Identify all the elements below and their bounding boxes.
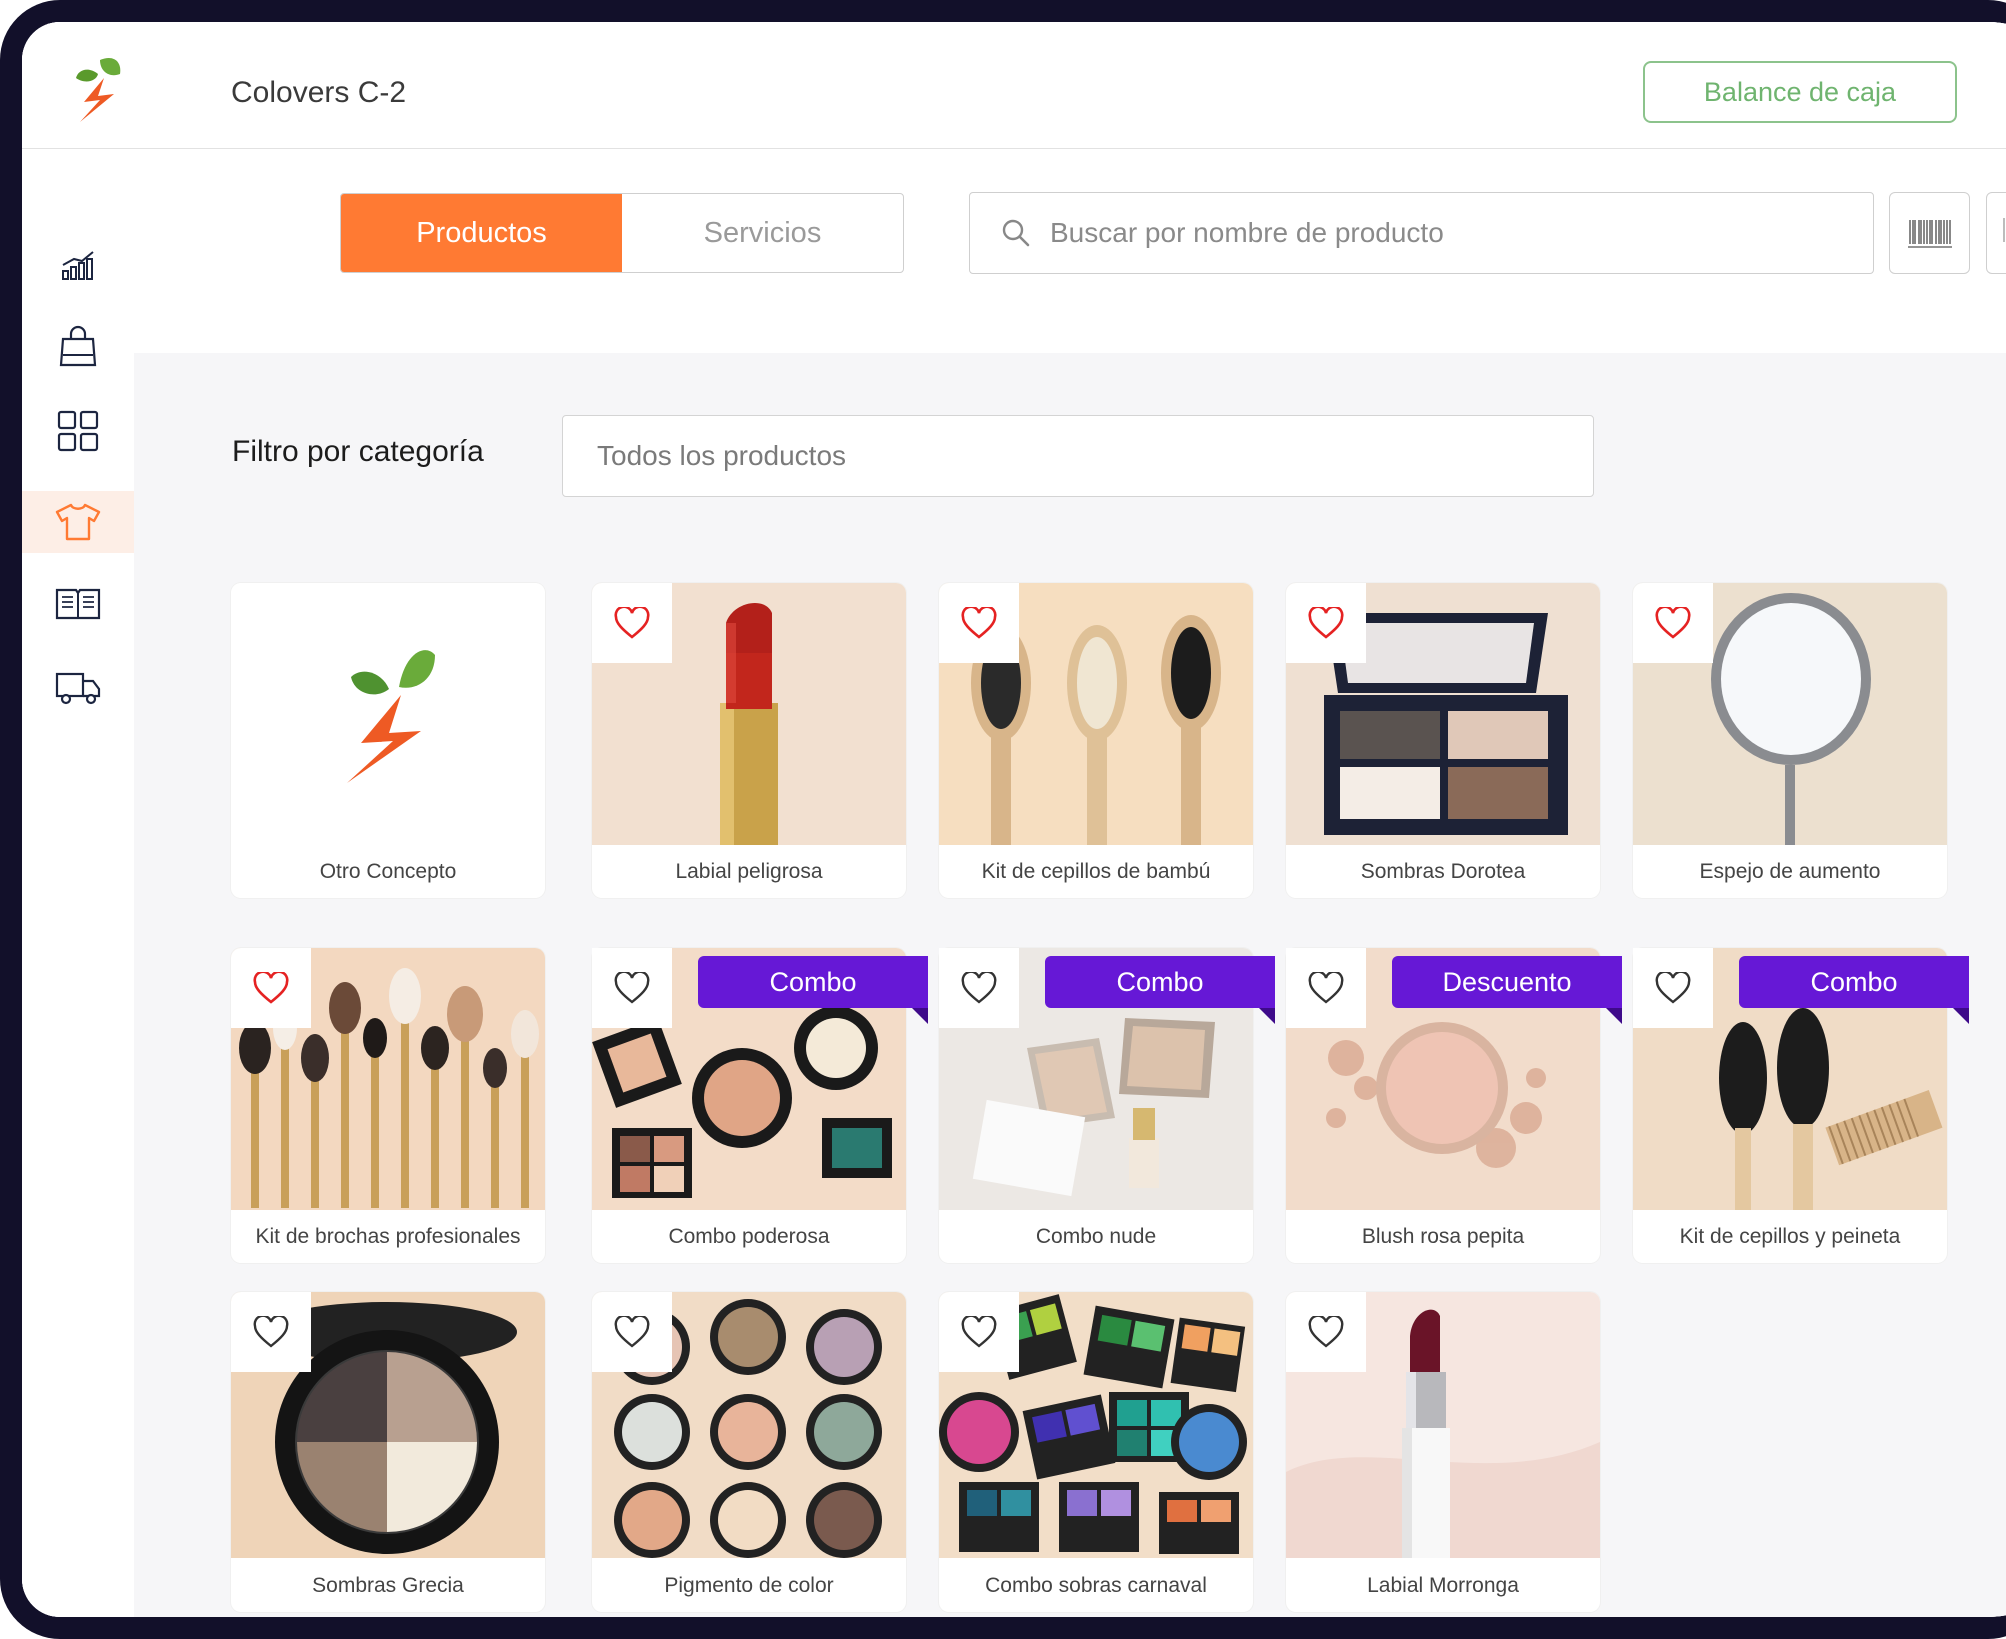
sidebar-item-reports[interactable] xyxy=(22,234,134,296)
combo-badge: Combo xyxy=(1045,956,1275,1024)
product-card[interactable]: Sombras Grecia xyxy=(231,1292,545,1612)
product-card[interactable]: Combo Combo nude xyxy=(939,948,1275,1263)
combo-badge: Combo xyxy=(1739,956,1969,1024)
product-card[interactable]: Pigmento de color xyxy=(592,1292,906,1612)
product-card[interactable]: Sombras Dorotea xyxy=(1286,583,1600,898)
product-name: Espejo de aumento xyxy=(1699,859,1881,883)
sidebar xyxy=(22,149,134,1617)
product-service-toggle: Productos Servicios xyxy=(340,193,904,273)
heart-icon xyxy=(1655,972,1691,1004)
product-card[interactable]: Kit de brochas profesionales xyxy=(231,948,545,1263)
favorite-button[interactable] xyxy=(231,948,311,1028)
screen: Colovers C-2 Balance de caja Productos S… xyxy=(22,22,2006,1617)
sidebar-item-delivery[interactable] xyxy=(22,657,134,719)
heart-icon xyxy=(1655,607,1691,639)
sidebar-item-categories[interactable] xyxy=(22,400,134,462)
logo-icon xyxy=(347,650,435,783)
barcode-icon xyxy=(1907,220,1952,248)
product-card[interactable]: Kit de cepillos de bambú xyxy=(939,583,1253,898)
heart-icon xyxy=(253,972,289,1004)
product-card[interactable]: Labial Morronga xyxy=(1286,1292,1600,1612)
heart-icon xyxy=(961,972,997,1004)
product-card[interactable]: Otro Concepto xyxy=(231,583,545,898)
logo-icon xyxy=(76,57,121,122)
filter-label: Filtro por categoría xyxy=(232,435,484,468)
search-placeholder: Buscar por nombre de producto xyxy=(1050,217,1444,248)
product-card[interactable]: Combo sobras carnaval xyxy=(939,1292,1253,1612)
tab-productos[interactable]: Productos xyxy=(341,194,622,272)
product-name: Otro Concepto xyxy=(319,859,457,883)
sidebar-item-sales[interactable] xyxy=(22,315,134,377)
product-card[interactable]: Espejo de aumento xyxy=(1633,583,1947,898)
search-input[interactable]: Buscar por nombre de producto xyxy=(969,192,1874,274)
search-icon xyxy=(1002,219,1030,247)
favorite-button[interactable] xyxy=(1286,583,1366,663)
product-card[interactable]: Combo Kit de cepillos y peineta xyxy=(1633,948,1969,1263)
chart-icon xyxy=(62,251,94,280)
header: Colovers C-2 Balance de caja xyxy=(22,22,2006,149)
product-name: Kit de brochas profesionales xyxy=(255,1224,521,1248)
favorite-button[interactable] xyxy=(939,948,1019,1028)
heart-icon xyxy=(1308,972,1344,1004)
product-card[interactable]: Labial peligrosa xyxy=(592,583,906,898)
product-image xyxy=(231,583,545,845)
page-title: Colovers C-2 xyxy=(231,76,407,109)
barcode-search-icon xyxy=(2002,218,2006,242)
sidebar-item-products[interactable] xyxy=(22,491,134,553)
product-name: Pigmento de color xyxy=(664,1573,834,1597)
heart-icon xyxy=(961,607,997,639)
product-name: Sombras Dorotea xyxy=(1360,859,1526,883)
balance-button[interactable]: Balance de caja xyxy=(1643,61,1957,123)
favorite-button[interactable] xyxy=(939,583,1019,663)
content-area: Filtro por categoría Todos los productos… xyxy=(134,353,2006,1617)
sidebar-item-catalog[interactable] xyxy=(22,573,134,635)
product-name: Labial Morronga xyxy=(1367,1573,1519,1597)
barcode-search-button[interactable] xyxy=(1986,192,2006,274)
product-name: Combo nude xyxy=(1035,1224,1157,1248)
product-card[interactable]: Combo Combo poderosa xyxy=(592,948,928,1263)
product-name: Kit de cepillos y peineta xyxy=(1679,1224,1901,1248)
product-name: Blush rosa pepita xyxy=(1361,1224,1525,1248)
favorite-button[interactable] xyxy=(939,1292,1019,1372)
combo-badge: Combo xyxy=(698,956,928,1024)
heart-icon xyxy=(961,1316,997,1348)
favorite-button[interactable] xyxy=(592,1292,672,1372)
heart-icon xyxy=(614,1316,650,1348)
favorite-button[interactable] xyxy=(592,948,672,1028)
product-name: Combo poderosa xyxy=(668,1224,830,1248)
heart-icon xyxy=(253,1316,289,1348)
grid-icon xyxy=(57,410,99,452)
truck-icon xyxy=(55,672,101,705)
shopping-bag-icon xyxy=(59,325,97,367)
book-icon xyxy=(55,588,101,620)
heart-icon xyxy=(614,607,650,639)
heart-icon xyxy=(614,972,650,1004)
heart-icon xyxy=(1308,607,1344,639)
favorite-button[interactable] xyxy=(1286,1292,1366,1372)
favorite-button[interactable] xyxy=(231,1292,311,1372)
heart-icon xyxy=(1308,1316,1344,1348)
device-frame: Colovers C-2 Balance de caja Productos S… xyxy=(0,0,2006,1639)
toolbar: Productos Servicios Buscar por nombre de… xyxy=(134,149,2006,353)
favorite-button[interactable] xyxy=(1633,948,1713,1028)
product-name: Labial peligrosa xyxy=(675,859,823,883)
tshirt-icon xyxy=(55,503,101,541)
product-name: Sombras Grecia xyxy=(312,1573,464,1597)
barcode-scan-button[interactable] xyxy=(1889,192,1970,274)
product-card[interactable]: Descuento Blush rosa pepita xyxy=(1286,948,1622,1263)
category-filter-select[interactable]: Todos los productos xyxy=(562,415,1594,497)
product-name: Kit de cepillos de bambú xyxy=(981,859,1211,883)
favorite-button[interactable] xyxy=(592,583,672,663)
tab-servicios[interactable]: Servicios xyxy=(622,194,903,272)
product-name: Combo sobras carnaval xyxy=(985,1573,1207,1597)
discount-badge: Descuento xyxy=(1392,956,1622,1024)
favorite-button[interactable] xyxy=(1286,948,1366,1028)
favorite-button[interactable] xyxy=(1633,583,1713,663)
